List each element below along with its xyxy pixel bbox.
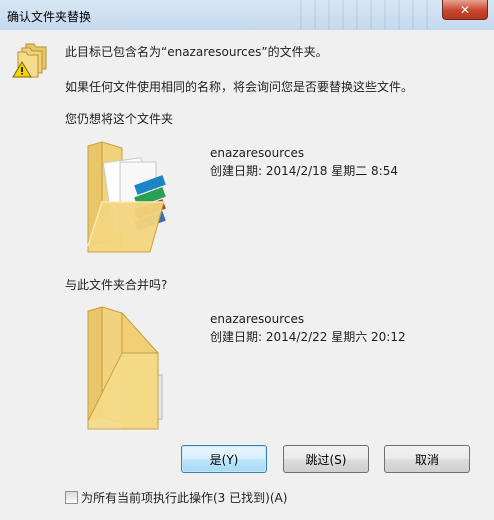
folder-icon[interactable] — [80, 305, 180, 435]
prompt-keep-folder: 您仍想将这个文件夹 — [65, 112, 174, 126]
prompt-merge: 与此文件夹合并吗? — [65, 278, 168, 292]
yes-button[interactable]: 是(Y) — [181, 445, 267, 473]
dialog-content: 此目标已包含名为“enazaresources”的文件夹。 如果任何文件使用相同… — [0, 30, 494, 520]
cancel-button[interactable]: 取消 — [384, 445, 470, 473]
incoming-folder-date: 创建日期: 2014/2/22 星期六 20:12 — [210, 330, 406, 344]
title-bar: 确认文件夹替换 ✕ — [0, 0, 494, 31]
warning-folders-icon — [12, 43, 47, 78]
existing-folder-date: 创建日期: 2014/2/18 星期二 8:54 — [210, 164, 398, 178]
background-window-strip — [300, 0, 440, 30]
existing-folder-name: enazaresources — [210, 146, 305, 160]
apply-to-all-label[interactable]: 为所有当前项执行此操作(3 已找到)(A) — [81, 489, 287, 506]
close-icon: ✕ — [459, 2, 471, 17]
message-line-2: 如果任何文件使用相同的名称，将会询问您是否要替换这些文件。 — [65, 80, 414, 94]
close-button[interactable]: ✕ — [442, 0, 488, 20]
window-title: 确认文件夹替换 — [7, 10, 92, 24]
incoming-folder-name: enazaresources — [210, 312, 305, 326]
message-line-1: 此目标已包含名为“enazaresources”的文件夹。 — [65, 45, 328, 59]
apply-to-all-checkbox[interactable] — [65, 491, 78, 504]
skip-button[interactable]: 跳过(S) — [283, 445, 369, 473]
folder-with-documents-icon[interactable] — [80, 140, 180, 260]
